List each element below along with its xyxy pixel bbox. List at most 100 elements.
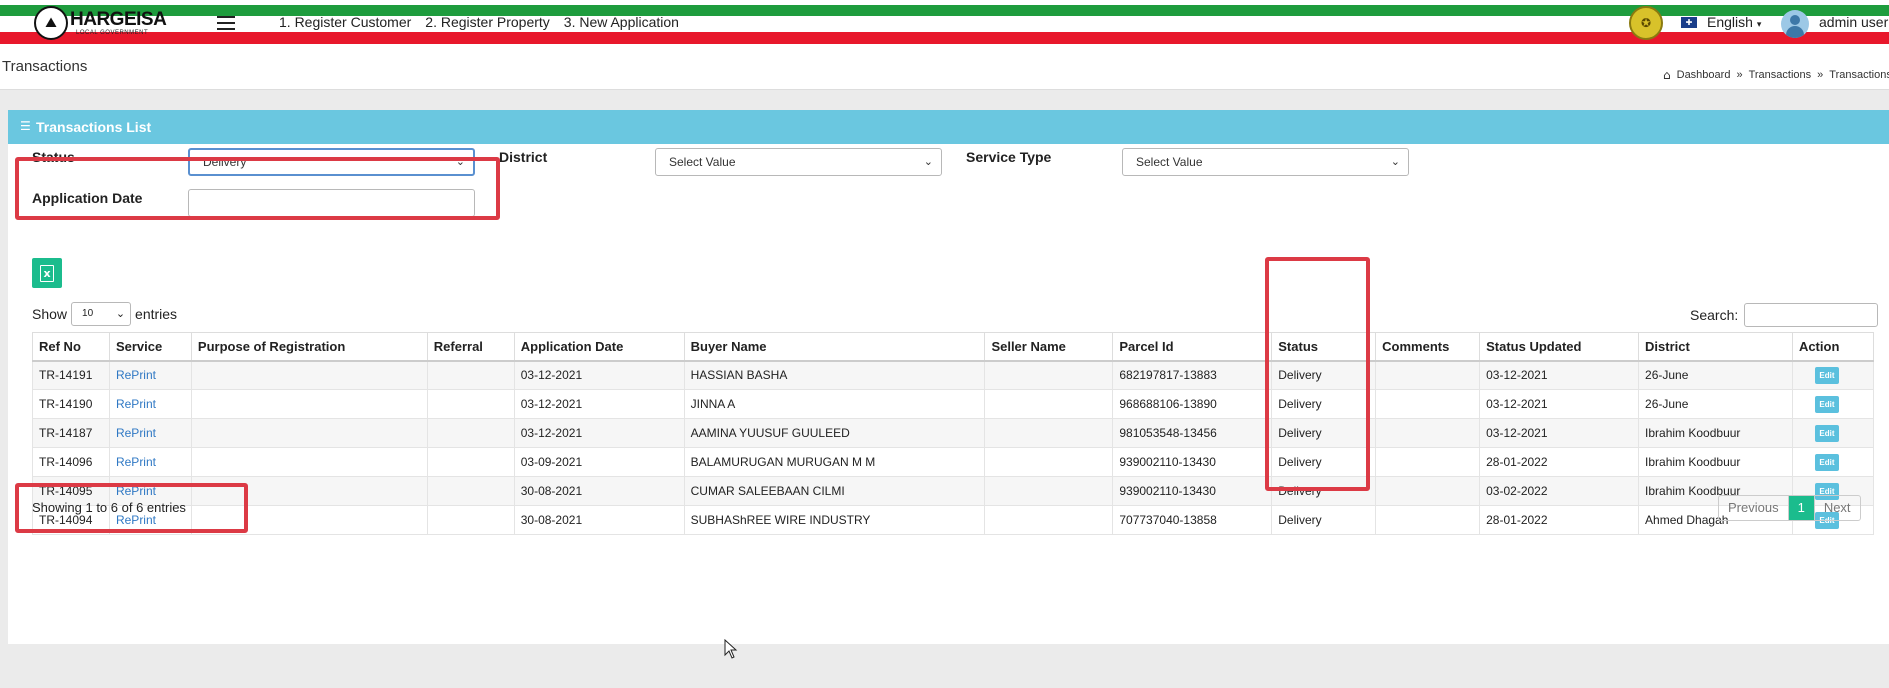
breadcrumb-transactions[interactable]: Transactions [1749,69,1812,81]
cell-ref-no: TR-14096 [32,447,110,477]
cell-parcel-id: 981053548-13456 [1112,418,1273,448]
language-dropdown[interactable]: English ▾ [1707,14,1761,30]
edit-button[interactable]: Edit [1814,453,1839,471]
district-filter-value: Select Value [669,155,736,169]
cell-application-date: 30-08-2021 [513,505,685,535]
cell-ref-no: TR-14190 [32,389,110,419]
top-navbar: ⛰ HARGEISA LOCAL GOVERNMENT 1. Register … [0,0,1889,46]
district-filter-label: District [499,149,548,165]
edit-button[interactable]: Edit [1814,366,1839,384]
page-title: Transactions [2,58,88,75]
breadcrumb-current: Transactions List [1829,69,1889,81]
application-date-label: Application Date [32,190,143,206]
cell-comments [1375,476,1481,506]
government-emblem-icon: ✪ [1629,6,1663,40]
cell-comments [1375,418,1481,448]
list-icon: ☰ [20,119,31,133]
cell-referral [426,505,515,535]
status-filter-value: Delivery [203,155,247,169]
col-application-date[interactable]: Application Date [513,332,685,362]
cell-service: RePrint [108,360,192,390]
cell-referral [426,476,515,506]
cell-district: Ibrahim Koodbuur [1638,447,1793,477]
pagination-next[interactable]: Next [1813,496,1860,520]
col-purpose[interactable]: Purpose of Registration [190,332,428,362]
col-district[interactable]: District [1638,332,1793,362]
cell-status-updated: 28-01-2022 [1479,447,1640,477]
cell-status: Delivery [1271,360,1377,390]
cell-status: Delivery [1271,389,1377,419]
pagination-page-1[interactable]: 1 [1788,496,1814,520]
caret-down-icon: ▾ [1756,20,1762,30]
cell-action: Edit [1791,389,1875,419]
cell-action: Edit [1791,447,1875,477]
application-date-input[interactable] [188,189,475,217]
cell-purpose [190,360,428,390]
cell-status-updated: 03-12-2021 [1479,360,1640,390]
cell-district: 26-June [1638,389,1793,419]
breadcrumb-dashboard[interactable]: Dashboard [1677,69,1731,81]
cell-purpose [190,447,428,477]
chevron-down-icon: ⌄ [923,155,933,168]
panel-title: Transactions List [36,119,152,135]
entries-length-select[interactable]: 10 ⌄ [71,302,132,326]
brand-subtitle: LOCAL GOVERNMENT [76,30,149,36]
nav-register-property[interactable]: 2. Register Property [425,14,550,30]
table-row: TR-14095 RePrint 30-08-2021 CUMAR SALEEBAAN… [32,476,1875,506]
cell-comments [1375,447,1481,477]
cell-seller-name [984,418,1114,448]
brand-logo[interactable]: ⛰ HARGEISA LOCAL GOVERNMENT [34,6,167,40]
service-link[interactable]: RePrint [116,455,156,469]
chevron-down-icon: ⌄ [455,155,465,168]
cell-status-updated: 03-02-2022 [1479,476,1640,506]
flag-stripe-red [0,32,1889,44]
col-status-updated[interactable]: Status Updated [1479,332,1640,362]
col-action: Action [1791,332,1875,362]
cell-ref-no: TR-14187 [32,418,110,448]
search-label: Search: [1690,307,1739,323]
col-ref-no[interactable]: Ref No [32,332,110,362]
table-row: TR-14190 RePrint 03-12-2021 JINNA A 96868810… [32,389,1875,419]
service-link[interactable]: RePrint [116,426,156,440]
cell-parcel-id: 939002110-13430 [1112,447,1273,477]
user-avatar[interactable] [1781,10,1809,38]
edit-button[interactable]: Edit [1814,424,1839,442]
service-link[interactable]: RePrint [116,368,156,382]
status-filter-select[interactable]: Delivery ⌄ [188,148,475,176]
cell-purpose [190,476,428,506]
nav-register-customer[interactable]: 1. Register Customer [279,14,411,30]
menu-toggle-icon[interactable] [217,16,235,30]
cell-service: RePrint [108,389,192,419]
cell-purpose [190,505,428,535]
service-link[interactable]: RePrint [116,484,156,498]
search-input[interactable] [1744,303,1879,327]
user-menu[interactable]: admin user [1819,14,1888,30]
entries-length-value: 10 [82,308,94,319]
col-referral[interactable]: Referral [426,332,515,362]
cell-application-date: 03-12-2021 [513,389,685,419]
col-service[interactable]: Service [108,332,192,362]
col-parcel-id[interactable]: Parcel Id [1112,332,1273,362]
edit-button[interactable]: Edit [1814,395,1839,413]
district-filter-select[interactable]: Select Value ⌄ [655,148,942,176]
pagination-previous[interactable]: Previous [1719,496,1789,520]
export-excel-button[interactable]: x [32,258,62,288]
cell-application-date: 03-09-2021 [513,447,685,477]
cell-action: Edit [1791,360,1875,390]
service-link[interactable]: RePrint [116,513,156,527]
cell-service: RePrint [108,418,192,448]
nav-new-application[interactable]: 3. New Application [564,14,679,30]
service-link[interactable]: RePrint [116,397,156,411]
col-buyer-name[interactable]: Buyer Name [683,332,986,362]
cell-buyer-name: HASSIAN BASHA [683,360,986,390]
cell-comments [1375,505,1481,535]
col-seller-name[interactable]: Seller Name [984,332,1114,362]
service-type-filter-select[interactable]: Select Value ⌄ [1122,148,1409,176]
cell-seller-name [984,447,1114,477]
breadcrumb: ⌂ Dashboard » Transactions » Transaction… [1663,68,1889,82]
cell-parcel-id: 707737040-13858 [1112,505,1273,535]
col-comments[interactable]: Comments [1375,332,1481,362]
table-search: Search: [1690,303,1879,327]
col-status[interactable]: Status [1271,332,1377,362]
cell-buyer-name: BALAMURUGAN MURUGAN M M [683,447,986,477]
